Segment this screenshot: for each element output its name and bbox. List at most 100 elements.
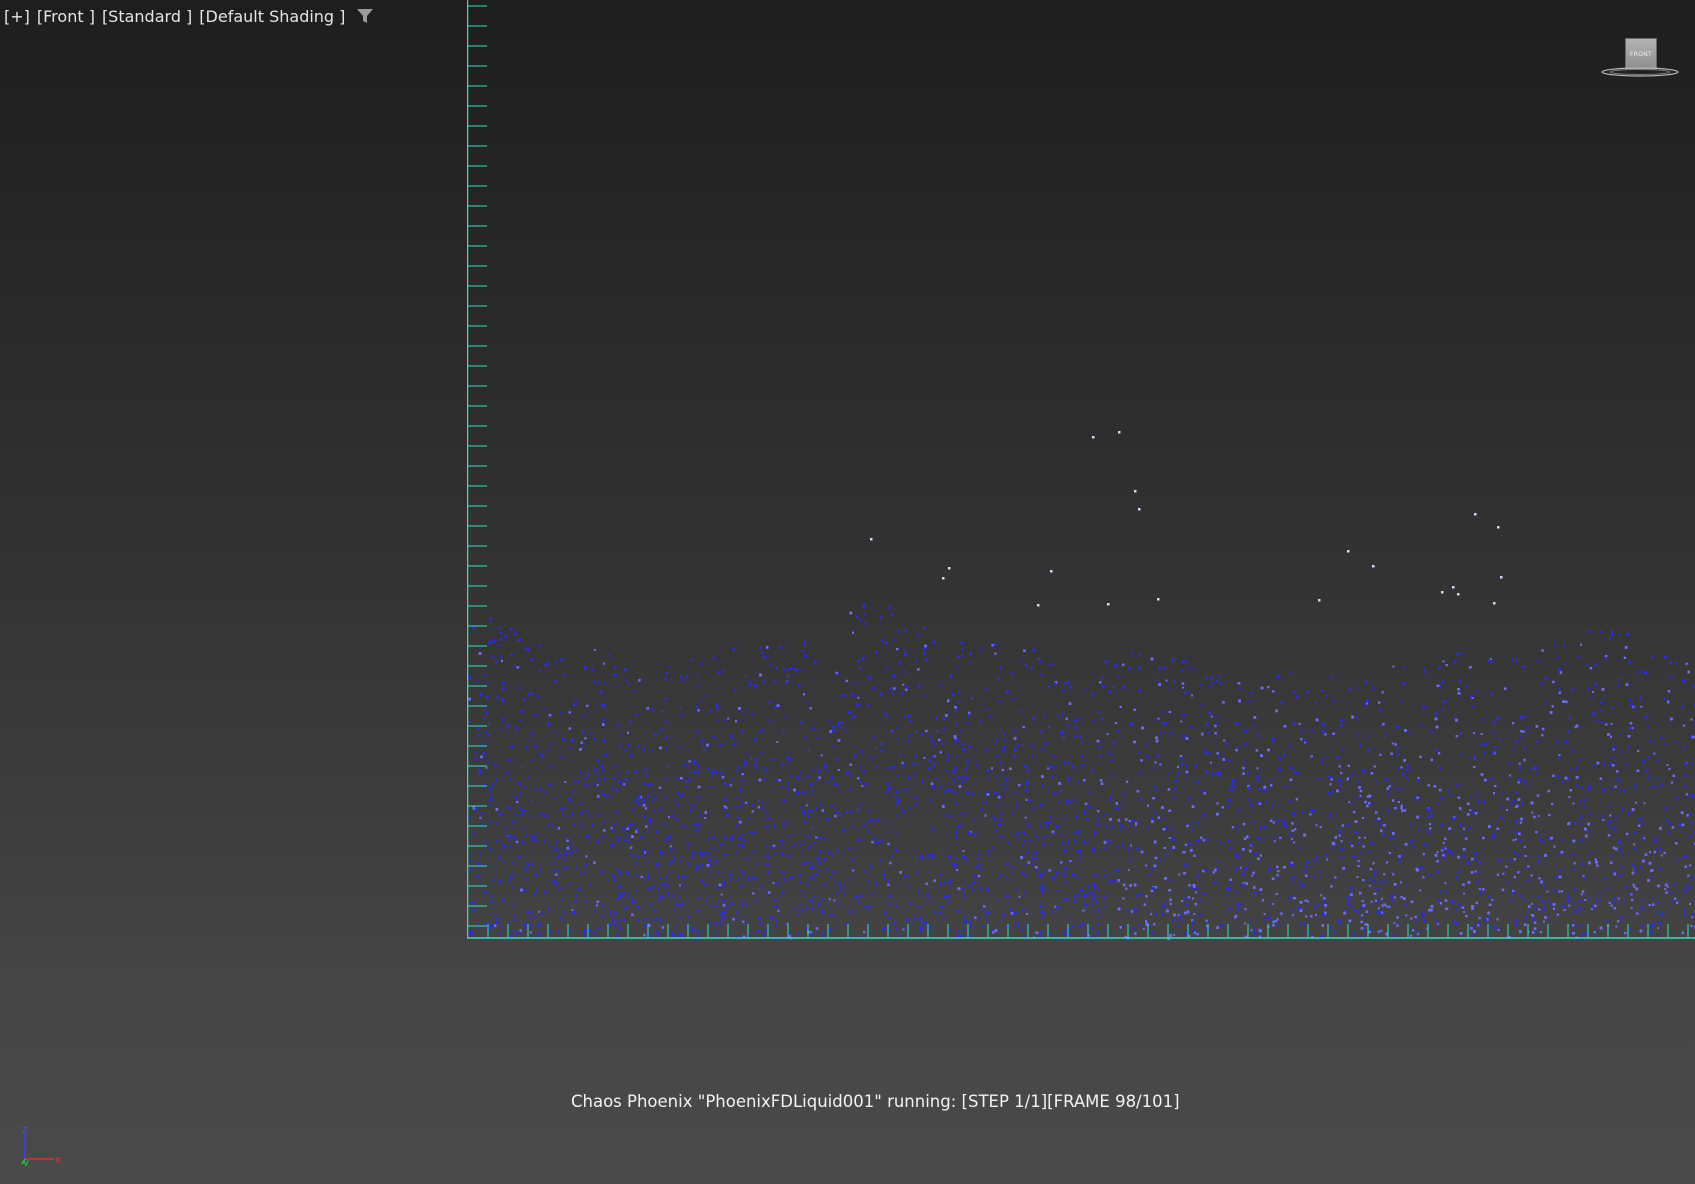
particle xyxy=(1027,861,1031,864)
particle xyxy=(1035,866,1038,869)
particle xyxy=(1359,789,1363,793)
particle xyxy=(1393,922,1396,924)
particle xyxy=(1592,697,1594,700)
particle xyxy=(1382,833,1385,836)
particle xyxy=(1194,764,1198,767)
particle xyxy=(1098,745,1101,749)
particle xyxy=(1169,879,1172,882)
particle xyxy=(1425,673,1428,676)
particle xyxy=(1228,887,1231,890)
particle xyxy=(806,775,809,778)
particle xyxy=(1191,921,1195,924)
particle xyxy=(1061,817,1064,820)
particle xyxy=(1228,759,1231,762)
particle xyxy=(1533,921,1537,924)
particle xyxy=(855,681,858,684)
particle xyxy=(1084,802,1088,806)
fluid-container-view[interactable] xyxy=(467,0,1695,940)
particle xyxy=(509,777,512,780)
particle xyxy=(954,801,958,805)
particle xyxy=(589,839,592,842)
particle xyxy=(1391,742,1394,745)
particle xyxy=(511,886,514,889)
particle xyxy=(677,803,680,807)
particle xyxy=(903,716,906,718)
particle xyxy=(732,778,734,781)
particle xyxy=(902,928,905,931)
particle xyxy=(563,858,566,861)
particle xyxy=(489,820,492,823)
particle xyxy=(1610,855,1613,858)
particle xyxy=(1691,916,1694,919)
particle xyxy=(957,930,959,933)
viewport-standard-menu[interactable]: [Standard ] xyxy=(102,7,192,26)
particle xyxy=(915,871,918,874)
particle xyxy=(763,680,766,684)
particle xyxy=(547,823,550,827)
particle xyxy=(1541,727,1545,731)
filter-icon[interactable] xyxy=(356,7,374,25)
particle xyxy=(1050,765,1053,768)
particle xyxy=(569,882,572,885)
particle xyxy=(534,787,537,790)
viewport-shading-menu[interactable]: [Default Shading ] xyxy=(199,7,345,26)
particle xyxy=(1633,843,1636,846)
particle xyxy=(845,922,848,925)
particle xyxy=(1524,915,1528,919)
particle xyxy=(596,784,599,787)
particle xyxy=(1200,899,1203,902)
particle xyxy=(1111,825,1115,829)
particle xyxy=(1088,885,1091,888)
particle xyxy=(1615,770,1619,773)
particle xyxy=(1531,811,1534,814)
particle xyxy=(1463,892,1466,895)
viewport-plus-menu[interactable]: [+] xyxy=(4,7,30,26)
viewport-point-of-view-menu[interactable]: [Front ] xyxy=(37,7,95,26)
particle xyxy=(871,891,874,894)
particle xyxy=(925,729,928,733)
particle xyxy=(1104,905,1107,908)
particle xyxy=(839,887,841,890)
particle xyxy=(670,848,673,851)
particle xyxy=(793,906,796,909)
particle xyxy=(670,860,673,863)
particle xyxy=(1191,897,1194,900)
particle xyxy=(603,829,606,832)
particle xyxy=(1580,893,1583,896)
particle xyxy=(571,909,574,912)
particle xyxy=(805,804,808,807)
particle xyxy=(1215,722,1218,725)
particle xyxy=(657,932,660,935)
particle xyxy=(1121,825,1124,827)
particle xyxy=(803,640,807,644)
particle xyxy=(1138,923,1141,926)
particle xyxy=(635,713,639,716)
particle xyxy=(1581,786,1584,789)
particle xyxy=(679,746,682,749)
particle xyxy=(859,667,862,670)
particle xyxy=(1164,853,1168,857)
particle xyxy=(566,839,569,842)
particle xyxy=(1044,742,1047,746)
particle xyxy=(1049,815,1052,819)
particle xyxy=(1361,914,1363,917)
particle xyxy=(915,754,918,757)
particle xyxy=(669,845,672,848)
particle xyxy=(857,659,861,662)
particle xyxy=(1322,901,1326,904)
particle xyxy=(1501,888,1505,892)
particle xyxy=(808,834,811,837)
particle xyxy=(646,830,650,833)
particle xyxy=(1647,725,1650,728)
particle xyxy=(707,851,710,854)
particle xyxy=(657,935,660,938)
particle xyxy=(1616,685,1620,688)
particle xyxy=(1414,915,1417,919)
particle xyxy=(956,909,959,913)
particle xyxy=(1563,662,1566,665)
particle xyxy=(1310,729,1313,732)
particle xyxy=(835,891,838,894)
particle xyxy=(772,844,776,848)
particle xyxy=(1083,931,1086,934)
particle xyxy=(1592,764,1595,767)
